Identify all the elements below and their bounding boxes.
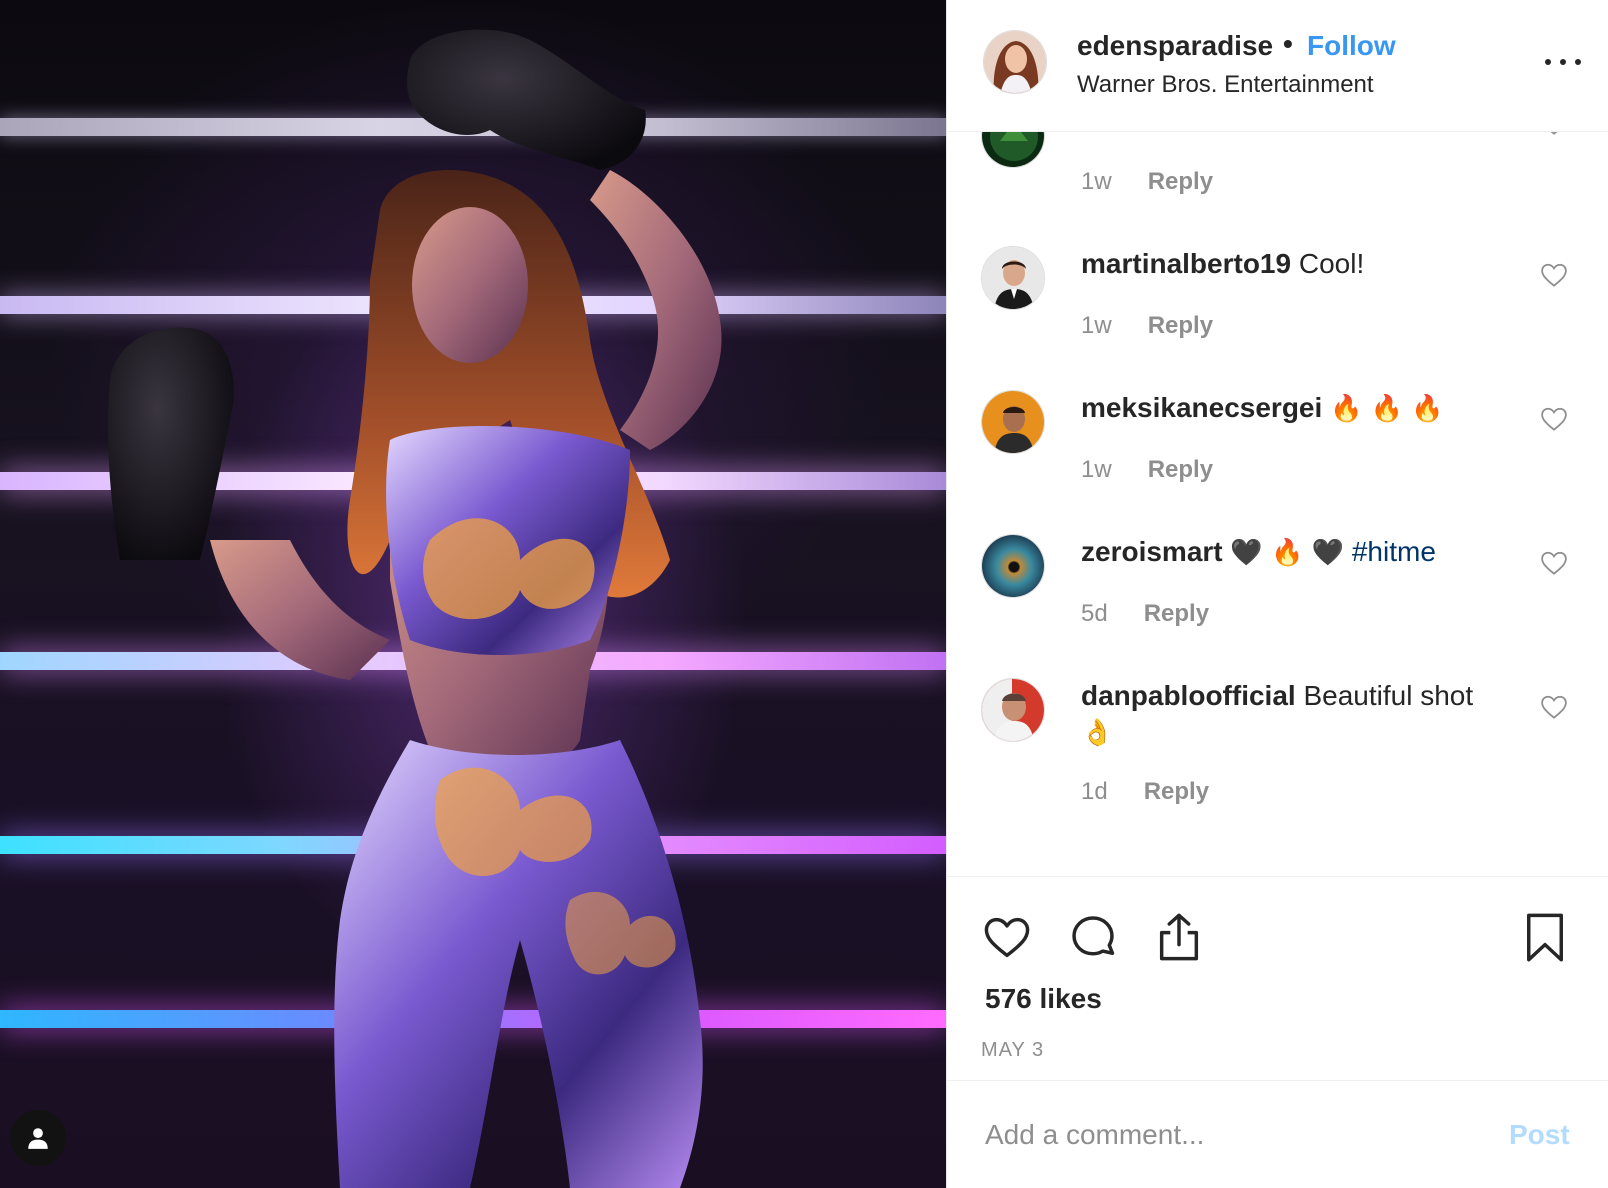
comment-text: martinalberto19 Cool! [1081,246,1501,282]
fire-emoji: 🔥 🔥 🔥 [1330,394,1444,424]
author-username[interactable]: edensparadise [1077,30,1273,62]
comment-text: danpabloofficial Beautiful shot 👌 [1081,678,1501,751]
heart-icon[interactable] [981,911,1033,963]
more-options-icon[interactable] [1545,52,1581,72]
post-actions: 576 likes MAY 3 [947,876,1608,1080]
comment-meta: 1w Reply [1081,168,1213,196]
comment-meta: 5d Reply [1081,600,1209,628]
commenter-username[interactable]: martinalberto19 [1081,248,1291,279]
commenter-avatar[interactable] [981,390,1045,454]
commenter-avatar[interactable] [981,534,1045,598]
heart-icon[interactable] [1539,692,1569,722]
location-label[interactable]: Warner Bros. Entertainment [1077,71,1374,99]
post-comment-button[interactable]: Post [1509,1119,1570,1151]
comment-time: 1w [1081,312,1112,339]
bookmark-icon[interactable] [1519,911,1571,963]
tagged-users-button[interactable] [10,1110,66,1166]
comment-meta: 1w Reply [1081,312,1213,340]
comment-body: Cool! [1298,248,1365,279]
comment-input[interactable] [985,1111,1485,1159]
comment-text: meksikanecsergei 🔥 🔥 🔥 [1081,390,1501,427]
reply-button[interactable]: Reply [1148,456,1213,483]
follow-button[interactable]: Follow [1307,30,1396,62]
comment-text: zeroismart 🖤 🔥 🖤 #hitme [1081,534,1501,571]
comment-meta: 1w Reply [1081,456,1213,484]
comment-composer: Post [947,1080,1608,1188]
comment-icon[interactable] [1067,911,1119,963]
commenter-avatar[interactable] [981,246,1045,310]
author-avatar[interactable] [983,30,1047,94]
ok-hand-emoji: 👌 [1081,718,1114,748]
separator-dot: • [1283,28,1293,59]
post-date[interactable]: MAY 3 [981,1039,1044,1062]
boxer-figure [90,20,810,1188]
heart-icon[interactable] [1539,132,1569,138]
heart-icon[interactable] [1539,548,1569,578]
commenter-username[interactable]: meksikanecsergei [1081,392,1322,423]
hashtag-link[interactable]: #hitme [1352,536,1436,567]
heart-fire-emoji: 🖤 🔥 🖤 [1230,538,1345,568]
likes-count[interactable]: 576 likes [985,983,1102,1015]
commenter-username[interactable]: danpabloofficial [1081,680,1296,711]
commenter-avatar[interactable] [981,678,1045,742]
reply-button[interactable]: Reply [1148,168,1213,195]
person-icon [28,1128,48,1149]
reply-button[interactable]: Reply [1144,778,1209,805]
comment-time: 1w [1081,168,1112,195]
share-icon[interactable] [1153,911,1205,963]
reply-button[interactable]: Reply [1148,312,1213,339]
post-sidebar: edensparadise • Follow Warner Bros. Ente… [946,0,1608,1188]
comment-meta: 1d Reply [1081,778,1209,806]
comment-time: 1w [1081,456,1112,483]
commenter-avatar[interactable] [981,132,1045,168]
reply-button[interactable]: Reply [1144,600,1209,627]
comment-time: 1d [1081,778,1108,805]
comment-list[interactable]: 1w Reply martinalberto19 Cool! 1w Reply [947,132,1608,876]
comment-body: Beautiful shot [1303,680,1474,711]
commenter-username[interactable]: zeroismart [1081,536,1223,567]
heart-icon[interactable] [1539,260,1569,290]
post-header: edensparadise • Follow Warner Bros. Ente… [947,0,1608,132]
heart-icon[interactable] [1539,404,1569,434]
post-photo[interactable] [0,0,946,1188]
comment-time: 5d [1081,600,1108,627]
